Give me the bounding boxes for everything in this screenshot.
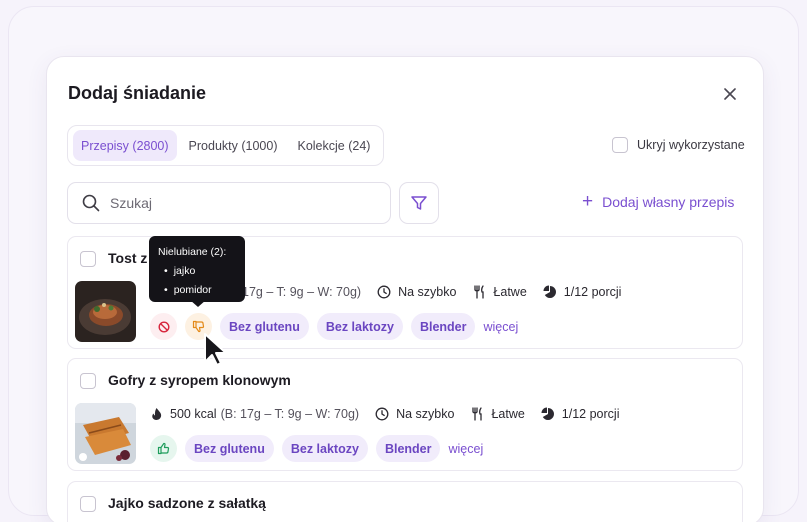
mouse-cursor-icon: [204, 333, 227, 366]
pie-icon: [541, 407, 554, 420]
tooltip-item: pomidor: [164, 281, 236, 300]
add-own-recipe-label: Dodaj własny przepis: [602, 194, 735, 210]
hide-used-toggle[interactable]: Ukryj wykorzystane: [612, 137, 745, 153]
tab-recipes[interactable]: Przepisy (2800): [73, 130, 177, 161]
recipe-card[interactable]: Jajko sadzone z sałatką: [67, 481, 743, 522]
disliked-chip[interactable]: [150, 313, 177, 340]
ban-icon: [157, 320, 170, 333]
tag-lactose-free[interactable]: Bez laktozy: [281, 435, 368, 462]
kcal-item: 500 kcal (B: 17g – T: 9g – W: 70g): [150, 407, 359, 421]
recipe-title: Jajko sadzone z sałatką: [108, 495, 266, 511]
portions-item: 1/12 porcji: [541, 407, 620, 421]
tooltip-arrow: [190, 300, 206, 307]
recipe-macros: 17g – T: 9g – W: 70g): [242, 285, 362, 299]
clock-icon: [375, 407, 389, 421]
filter-button[interactable]: [399, 182, 439, 224]
recipe-portions: 1/12 porcji: [561, 407, 620, 421]
cutlery-icon: [472, 407, 483, 421]
hide-used-checkbox[interactable]: [612, 137, 628, 153]
hide-used-label: Ukryj wykorzystane: [637, 138, 745, 152]
recipe-tags: Bez glutenu Bez laktozy Blender więcej: [150, 435, 483, 462]
time-item: Na szybko: [377, 285, 456, 299]
more-link[interactable]: więcej: [483, 320, 518, 334]
filter-icon: [411, 196, 427, 210]
recipe-difficulty: Łatwe: [491, 407, 525, 421]
tabs: Przepisy (2800) Produkty (1000) Kolekcje…: [67, 125, 384, 166]
recipe-time: Na szybko: [396, 407, 455, 421]
difficulty-item: Łatwe: [470, 407, 525, 421]
search-icon: [82, 194, 100, 212]
difficulty-item: Łatwe: [472, 285, 527, 299]
time-item: Na szybko: [375, 407, 454, 421]
portions-item: 1/12 porcji: [543, 285, 622, 299]
tab-collections[interactable]: Kolekcje (24): [289, 130, 378, 161]
liked-chip[interactable]: [150, 435, 177, 462]
thumbs-up-icon: [157, 442, 170, 455]
search-input[interactable]: [110, 195, 360, 211]
recipe-meta: 500 kcal (B: 17g – T: 9g – W: 70g) Na sz…: [150, 407, 635, 421]
recipe-thumbnail: [75, 403, 136, 464]
tooltip-list: jajko pomidor: [158, 262, 236, 300]
tag-blender[interactable]: Blender: [375, 435, 441, 462]
tooltip-item: jajko: [164, 262, 236, 281]
disliked-tooltip: Nielubiane (2): jajko pomidor: [149, 236, 245, 302]
tag-blender[interactable]: Blender: [410, 313, 476, 340]
recipe-time: Na szybko: [398, 285, 457, 299]
tab-products[interactable]: Produkty (1000): [181, 130, 286, 161]
flame-icon: [152, 408, 162, 420]
recipe-checkbox[interactable]: [80, 496, 96, 512]
tag-lactose-free[interactable]: Bez laktozy: [316, 313, 403, 340]
more-link[interactable]: więcej: [448, 442, 483, 456]
cutlery-icon: [474, 285, 485, 299]
tag-gluten-free[interactable]: Bez glutenu: [185, 435, 274, 462]
search-box: [67, 182, 391, 224]
recipe-difficulty: Łatwe: [493, 285, 527, 299]
recipe-checkbox[interactable]: [80, 251, 96, 267]
recipe-title: Gofry z syropem klonowym: [108, 372, 291, 388]
close-icon: [724, 88, 736, 100]
recipe-card[interactable]: Gofry z syropem klonowym 500 kcal (B: 17…: [67, 358, 743, 471]
recipe-checkbox[interactable]: [80, 373, 96, 389]
recipe-macros: (B: 17g – T: 9g – W: 70g): [220, 407, 360, 421]
clock-icon: [377, 285, 391, 299]
tooltip-title: Nielubiane (2):: [158, 246, 227, 258]
recipe-title: Tost z: [108, 250, 148, 266]
recipe-thumbnail: [75, 281, 136, 342]
plus-icon: +: [582, 191, 594, 212]
add-own-recipe-button[interactable]: + Dodaj własny przepis: [582, 191, 735, 212]
close-button[interactable]: [719, 83, 741, 105]
pie-icon: [543, 285, 556, 298]
recipe-portions: 1/12 porcji: [563, 285, 622, 299]
recipe-kcal: 500 kcal: [170, 407, 217, 421]
modal-title: Dodaj śniadanie: [68, 83, 207, 103]
